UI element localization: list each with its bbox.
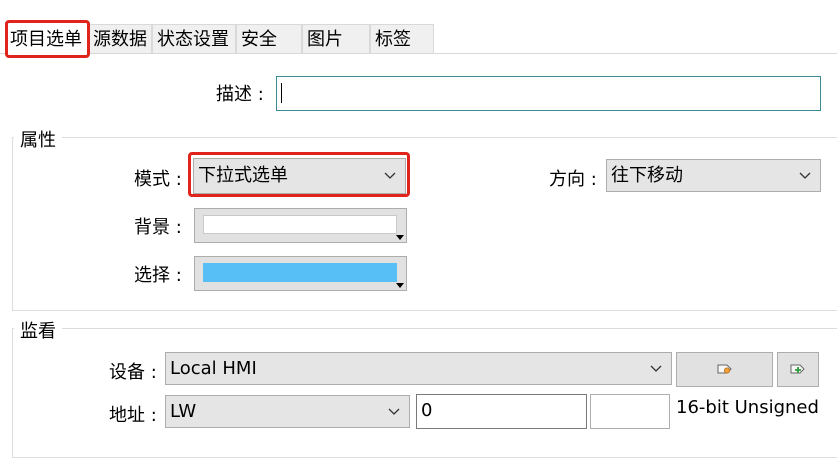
tab-label: 标签: [375, 29, 411, 50]
device-dropdown-value: Local HMI: [170, 358, 257, 379]
chevron-down-icon: [383, 159, 397, 193]
address-value-input[interactable]: 0: [416, 394, 587, 429]
address-type-dropdown[interactable]: LW: [165, 395, 410, 428]
mode-dropdown-value: 下拉式选单: [198, 165, 288, 186]
tag-add-icon: [790, 359, 806, 380]
device-label: 设备 :: [109, 362, 157, 383]
direction-dropdown-value: 往下移动: [611, 165, 683, 186]
description-label: 描述 :: [216, 84, 264, 105]
tab-security[interactable]: 安全: [236, 24, 302, 53]
address-type-value: LW: [170, 401, 197, 422]
selection-label: 选择 :: [134, 265, 182, 286]
tab-source-data[interactable]: 源数据: [88, 24, 152, 53]
text-caret: [281, 83, 282, 103]
selection-color-swatch: [203, 263, 397, 282]
dropdown-triangle-icon: [396, 283, 404, 288]
direction-label: 方向 :: [549, 169, 597, 190]
chevron-down-icon: [387, 396, 401, 427]
device-dropdown[interactable]: Local HMI: [165, 352, 672, 385]
device-settings-button[interactable]: [676, 352, 773, 387]
properties-group-title: 属性: [14, 126, 62, 152]
mode-dropdown[interactable]: 下拉式选单: [193, 158, 406, 194]
mode-label: 模式 :: [134, 169, 182, 190]
background-label: 背景 :: [134, 217, 182, 238]
selection-color-picker[interactable]: [194, 256, 407, 291]
address-label: 地址 :: [109, 405, 157, 426]
data-format-label: 16-bit Unsigned: [676, 397, 819, 418]
tab-picture[interactable]: 图片: [302, 24, 370, 53]
description-input[interactable]: [276, 76, 821, 111]
address-extra-input[interactable]: [590, 394, 670, 429]
direction-dropdown[interactable]: 往下移动: [606, 159, 821, 192]
tab-label: 安全: [241, 29, 277, 50]
tab-label: 图片: [307, 29, 343, 50]
tag-settings-icon: [717, 359, 733, 380]
chevron-down-icon: [798, 160, 812, 191]
tab-label: 项目选单: [10, 29, 82, 50]
background-color-picker[interactable]: [194, 208, 407, 243]
dropdown-triangle-icon: [396, 235, 404, 240]
tab-label: 状态设置: [157, 29, 229, 50]
tab-label[interactable]: 标签: [370, 24, 434, 53]
tab-label: 源数据: [93, 29, 147, 50]
monitor-group-title: 监看: [14, 317, 62, 343]
monitor-group: [12, 328, 837, 458]
tab-state-settings[interactable]: 状态设置: [152, 24, 236, 53]
background-color-swatch: [203, 215, 397, 234]
tab-item-menu[interactable]: 项目选单: [5, 22, 88, 55]
device-add-button[interactable]: [777, 352, 819, 387]
chevron-down-icon: [649, 353, 663, 384]
